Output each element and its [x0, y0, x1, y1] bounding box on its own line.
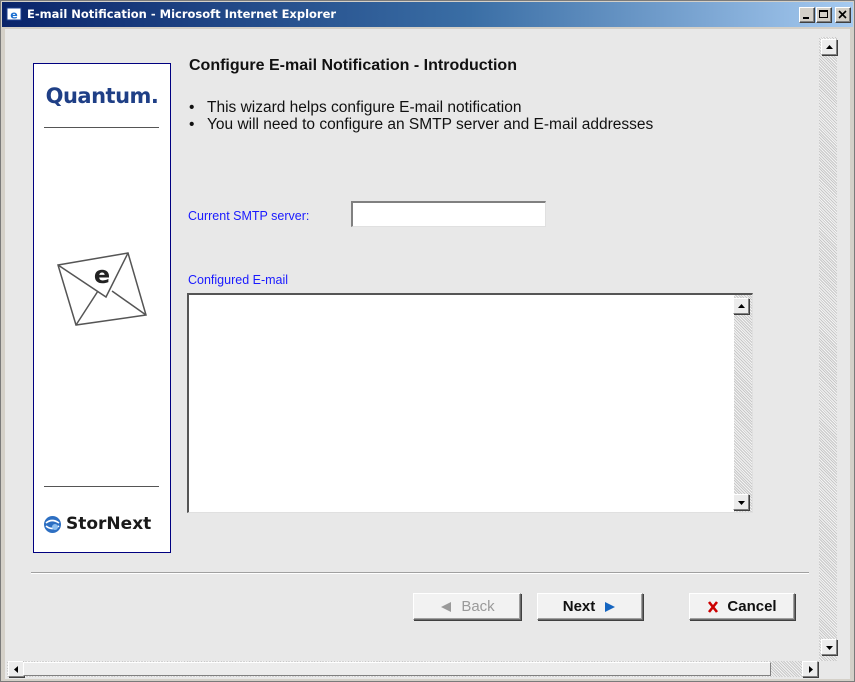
page-scroll-down-button[interactable] — [821, 639, 837, 655]
globe-icon — [44, 516, 61, 533]
back-button[interactable]: Back — [413, 593, 521, 620]
arrow-right-icon — [809, 666, 813, 673]
divider — [31, 572, 809, 574]
next-button[interactable]: Next — [537, 593, 643, 620]
arrow-left-icon — [14, 666, 18, 673]
arrow-down-icon — [738, 501, 745, 505]
divider — [44, 127, 159, 128]
cancel-x-icon — [708, 600, 719, 613]
arrow-down-icon — [826, 646, 833, 650]
page-scroll-right-button[interactable] — [802, 661, 818, 677]
branding-panel: Quantum. e StorNext — [33, 63, 171, 553]
configured-email-label: Configured E-mail — [188, 273, 289, 287]
internet-explorer-icon: e — [6, 7, 22, 22]
page-vertical-scrollbar[interactable] — [819, 37, 837, 661]
smtp-server-input[interactable] — [351, 201, 546, 227]
divider — [44, 486, 159, 487]
maximize-button[interactable] — [816, 7, 832, 23]
envelope-letter: e — [94, 261, 110, 289]
close-icon — [838, 10, 847, 19]
maximize-icon — [819, 10, 828, 18]
quantum-logo: Quantum. — [45, 84, 159, 108]
intro-bullets: • This wizard helps configure E-mail noti… — [189, 99, 709, 133]
arrow-left-icon — [441, 601, 452, 612]
email-scroll-up-button[interactable] — [733, 298, 749, 314]
close-button[interactable] — [835, 7, 851, 23]
arrow-up-icon — [826, 45, 833, 49]
browser-window: e E-mail Notification - Microsoft Intern… — [0, 0, 855, 682]
title-bar[interactable]: e E-mail Notification - Microsoft Intern… — [2, 2, 853, 27]
arrow-up-icon — [738, 304, 745, 308]
arrow-right-icon — [605, 601, 616, 612]
list-item: • You will need to configure an SMTP serv… — [189, 116, 654, 133]
smtp-server-label: Current SMTP server: — [188, 209, 310, 223]
email-scroll-down-button[interactable] — [733, 494, 749, 510]
window-title: E-mail Notification - Microsoft Internet… — [27, 7, 337, 21]
minimize-button[interactable] — [799, 7, 815, 23]
horizontal-scroll-thumb[interactable] — [23, 662, 771, 676]
stornext-text: StorNext — [66, 514, 152, 534]
page-scroll-up-button[interactable] — [821, 39, 837, 55]
page-title: Configure E-mail Notification - Introduc… — [189, 57, 517, 74]
envelope-icon: e — [57, 252, 147, 326]
list-item: • This wizard helps configure E-mail noti… — [189, 99, 522, 116]
minimize-icon — [803, 17, 809, 19]
email-list-scrollbar[interactable] — [734, 295, 752, 512]
page-scroll-left-button[interactable] — [8, 661, 24, 677]
cancel-button[interactable]: Cancel — [689, 593, 795, 620]
svg-text:e: e — [10, 9, 17, 22]
configured-email-list[interactable] — [187, 293, 753, 513]
